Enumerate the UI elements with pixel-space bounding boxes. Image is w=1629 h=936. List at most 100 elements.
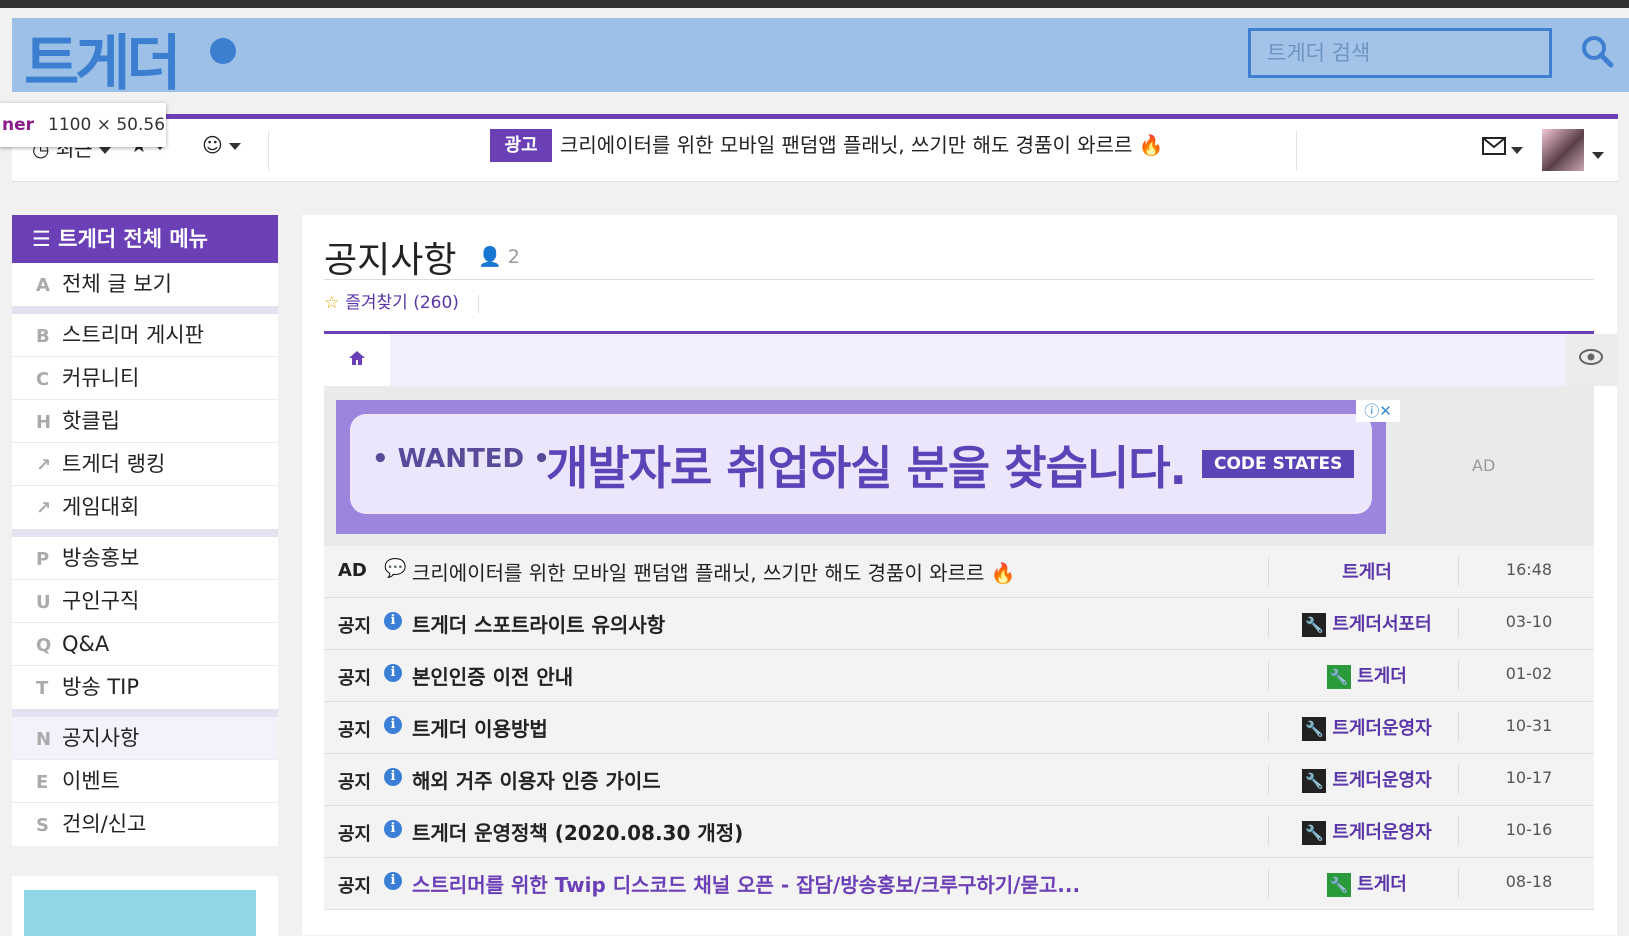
post-title[interactable]: 트게더 스포트라이트 유의사항 (412, 609, 665, 638)
post-author[interactable]: 🔧 트게더운영자 (1272, 766, 1462, 793)
tooltip-size: 1100 × 50.56 (48, 115, 166, 135)
post-date: 01-02 (1505, 664, 1553, 683)
sidebar-ad[interactable] (12, 876, 278, 936)
sidebar-item-tournament[interactable]: ↗ 게임대회 (12, 486, 278, 529)
search-box (1248, 28, 1552, 78)
author-name: 트게더 (1357, 874, 1407, 895)
sidebar-item-ranking[interactable]: ↗ 트게더 랭킹 (12, 443, 278, 486)
divider (1458, 816, 1459, 846)
site-logo[interactable]: 트게더 (24, 22, 182, 106)
eye-icon (1579, 349, 1603, 365)
post-prefix: 공지 (338, 876, 372, 897)
wrench-badge-icon: 🔧 (1327, 665, 1352, 689)
table-row[interactable]: 공지 i 스트리머를 위한 Twip 디스코드 채널 오픈 - 잡담/방송홍보/… (324, 858, 1594, 910)
user-avatar[interactable] (1542, 129, 1584, 171)
ad-banner[interactable]: • WANTED • 개발자로 취업하실 분을 찾습니다. CODE STATE… (336, 400, 1400, 534)
post-author[interactable]: 🔧 트게더서포터 (1272, 610, 1462, 637)
divider (1268, 608, 1269, 638)
info-icon: i (384, 716, 402, 734)
author-name: 트게더서포터 (1332, 614, 1432, 635)
table-row[interactable]: 공지 i 트게더 운영정책 (2020.08.30 개정) 🔧 트게더운영자 10… (324, 806, 1594, 858)
post-author[interactable]: 🔧 트게더 (1272, 870, 1462, 897)
avatar-menu-toggle[interactable] (1592, 145, 1604, 164)
post-author[interactable]: 🔧 트게더 (1272, 662, 1462, 689)
ad-banner-inner: • WANTED • 개발자로 취업하실 분을 찾습니다. CODE STATE… (350, 414, 1372, 514)
table-row[interactable]: AD 💬 크리에이터를 위한 모바일 팬덤앱 플래닛, 쓰기만 해도 경품이 와… (324, 546, 1594, 598)
sidebar-item-report[interactable]: S 건의/신고 (12, 803, 278, 846)
post-prefix: 공지 (338, 720, 372, 741)
sidebar-item-streamer-board[interactable]: B 스트리머 게시판 (12, 314, 278, 357)
post-title[interactable]: 크리에이터를 위한 모바일 팬덤앱 플래닛, 쓰기만 해도 경품이 와르르 🔥 (412, 557, 1016, 586)
external-link-icon: ↗ (36, 498, 52, 519)
tooltip-element-name: ner (2, 115, 35, 135)
speech-bubble-icon: 💬 (384, 558, 407, 579)
search-input[interactable] (1251, 31, 1549, 75)
sidebar-group: P 방송홍보 U 구인구직 Q Q&A T 방송 TIP (12, 537, 278, 717)
post-author[interactable]: 🔧 트게더운영자 (1272, 714, 1462, 741)
sidebar-group: B 스트리머 게시판 C 커뮤니티 H 핫클립 ↗ 트게더 랭킹 ↗ 게임대회 (12, 314, 278, 537)
table-row[interactable]: 공지 i 트게더 이용방법 🔧 트게더운영자 10-31 (324, 702, 1594, 754)
wrench-badge-icon: 🔧 (1302, 769, 1327, 793)
chevron-down-icon (229, 143, 242, 150)
emoticon-menu[interactable]: ☺ (202, 133, 242, 157)
divider (1268, 764, 1269, 794)
tab-home[interactable] (324, 334, 390, 386)
post-title[interactable]: 트게더 운영정책 (2020.08.30 개정) (412, 817, 743, 846)
chevron-down-icon (98, 147, 111, 154)
shortcut-key: B (36, 326, 50, 347)
ad-label: AD (1472, 456, 1496, 475)
post-title[interactable]: 트게더 이용방법 (412, 713, 548, 742)
post-title[interactable]: 본인인증 이전 안내 (412, 661, 573, 690)
message-menu[interactable] (1482, 137, 1524, 159)
shortcut-key: E (36, 772, 49, 793)
table-row[interactable]: 공지 i 본인인증 이전 안내 🔧 트게더 01-02 (324, 650, 1594, 702)
info-icon: i (384, 612, 402, 630)
divider (1458, 764, 1459, 794)
online-users: 👤 2 (478, 245, 520, 268)
sidebar-item-jobs[interactable]: U 구인구직 (12, 580, 278, 623)
author-name: 트게더 (1357, 666, 1407, 687)
post-prefix: AD (338, 560, 367, 581)
sidebar-item-tips[interactable]: T 방송 TIP (12, 666, 278, 709)
ad-choices-close[interactable]: ⓘ✕ (1356, 400, 1400, 422)
search-button[interactable] (1580, 34, 1616, 70)
shortcut-key: C (36, 369, 50, 390)
sidebar-item-event[interactable]: E 이벤트 (12, 760, 278, 803)
sidebar-item-promotion[interactable]: P 방송홍보 (12, 537, 278, 580)
wrench-badge-icon: 🔧 (1302, 613, 1327, 637)
logo-dot (210, 38, 236, 64)
post-author[interactable]: 트게더 (1272, 558, 1462, 584)
favorite-label: 즐겨찾기 (260) (345, 293, 459, 313)
post-date: 03-10 (1505, 612, 1553, 631)
post-author[interactable]: 🔧 트게더운영자 (1272, 818, 1462, 845)
post-prefix: 공지 (338, 772, 372, 793)
ad-banner-area: • WANTED • 개발자로 취업하실 분을 찾습니다. CODE STATE… (324, 386, 1594, 546)
sidebar-item-label: 스트리머 게시판 (62, 323, 204, 347)
favorite-button[interactable]: ☆ 즐겨찾기 (260) (324, 289, 459, 317)
divider (1268, 556, 1269, 586)
wrench-badge-icon: 🔧 (1302, 821, 1327, 845)
author-name: 트게더운영자 (1332, 770, 1432, 791)
sidebar-item-qna[interactable]: Q Q&A (12, 623, 278, 666)
sidebar-item-notice[interactable]: N 공지사항 (12, 717, 278, 760)
user-icon: 👤 (478, 246, 502, 268)
table-row[interactable]: 공지 i 트게더 스포트라이트 유의사항 🔧 트게더서포터 03-10 (324, 598, 1594, 650)
shortcut-key: S (36, 815, 49, 836)
sidebar-item-hot-clip[interactable]: H 핫클립 (12, 400, 278, 443)
sidebar-item-label: 건의/신고 (62, 812, 147, 836)
post-title[interactable]: 해외 거주 이용자 인증 가이드 (412, 765, 661, 794)
sidebar-item-community[interactable]: C 커뮤니티 (12, 357, 278, 400)
view-toggle-button[interactable] (1565, 334, 1617, 386)
info-icon: i (384, 768, 402, 786)
sidebar-item-label: 트게더 랭킹 (62, 452, 166, 476)
sidebar-menu-header[interactable]: ☰ 트게더 전체 메뉴 (12, 215, 278, 263)
page-title: 공지사항 (324, 240, 457, 281)
table-row[interactable]: 공지 i 해외 거주 이용자 인증 가이드 🔧 트게더운영자 10-17 (324, 754, 1594, 806)
sidebar-item-all-posts[interactable]: A 전체 글 보기 (12, 263, 278, 306)
shortcut-key: N (36, 729, 52, 750)
sidebar-title: 트게더 전체 메뉴 (58, 227, 209, 251)
divider (1458, 556, 1459, 586)
ad-headline-link[interactable]: 크리에이터를 위한 모바일 팬덤앱 플래닛, 쓰기만 해도 경품이 와르르 🔥 (560, 129, 1164, 162)
info-icon: i (384, 820, 402, 838)
post-title[interactable]: 스트리머를 위한 Twip 디스코드 채널 오픈 - 잡담/방송홍보/크루구하기… (412, 869, 1080, 898)
